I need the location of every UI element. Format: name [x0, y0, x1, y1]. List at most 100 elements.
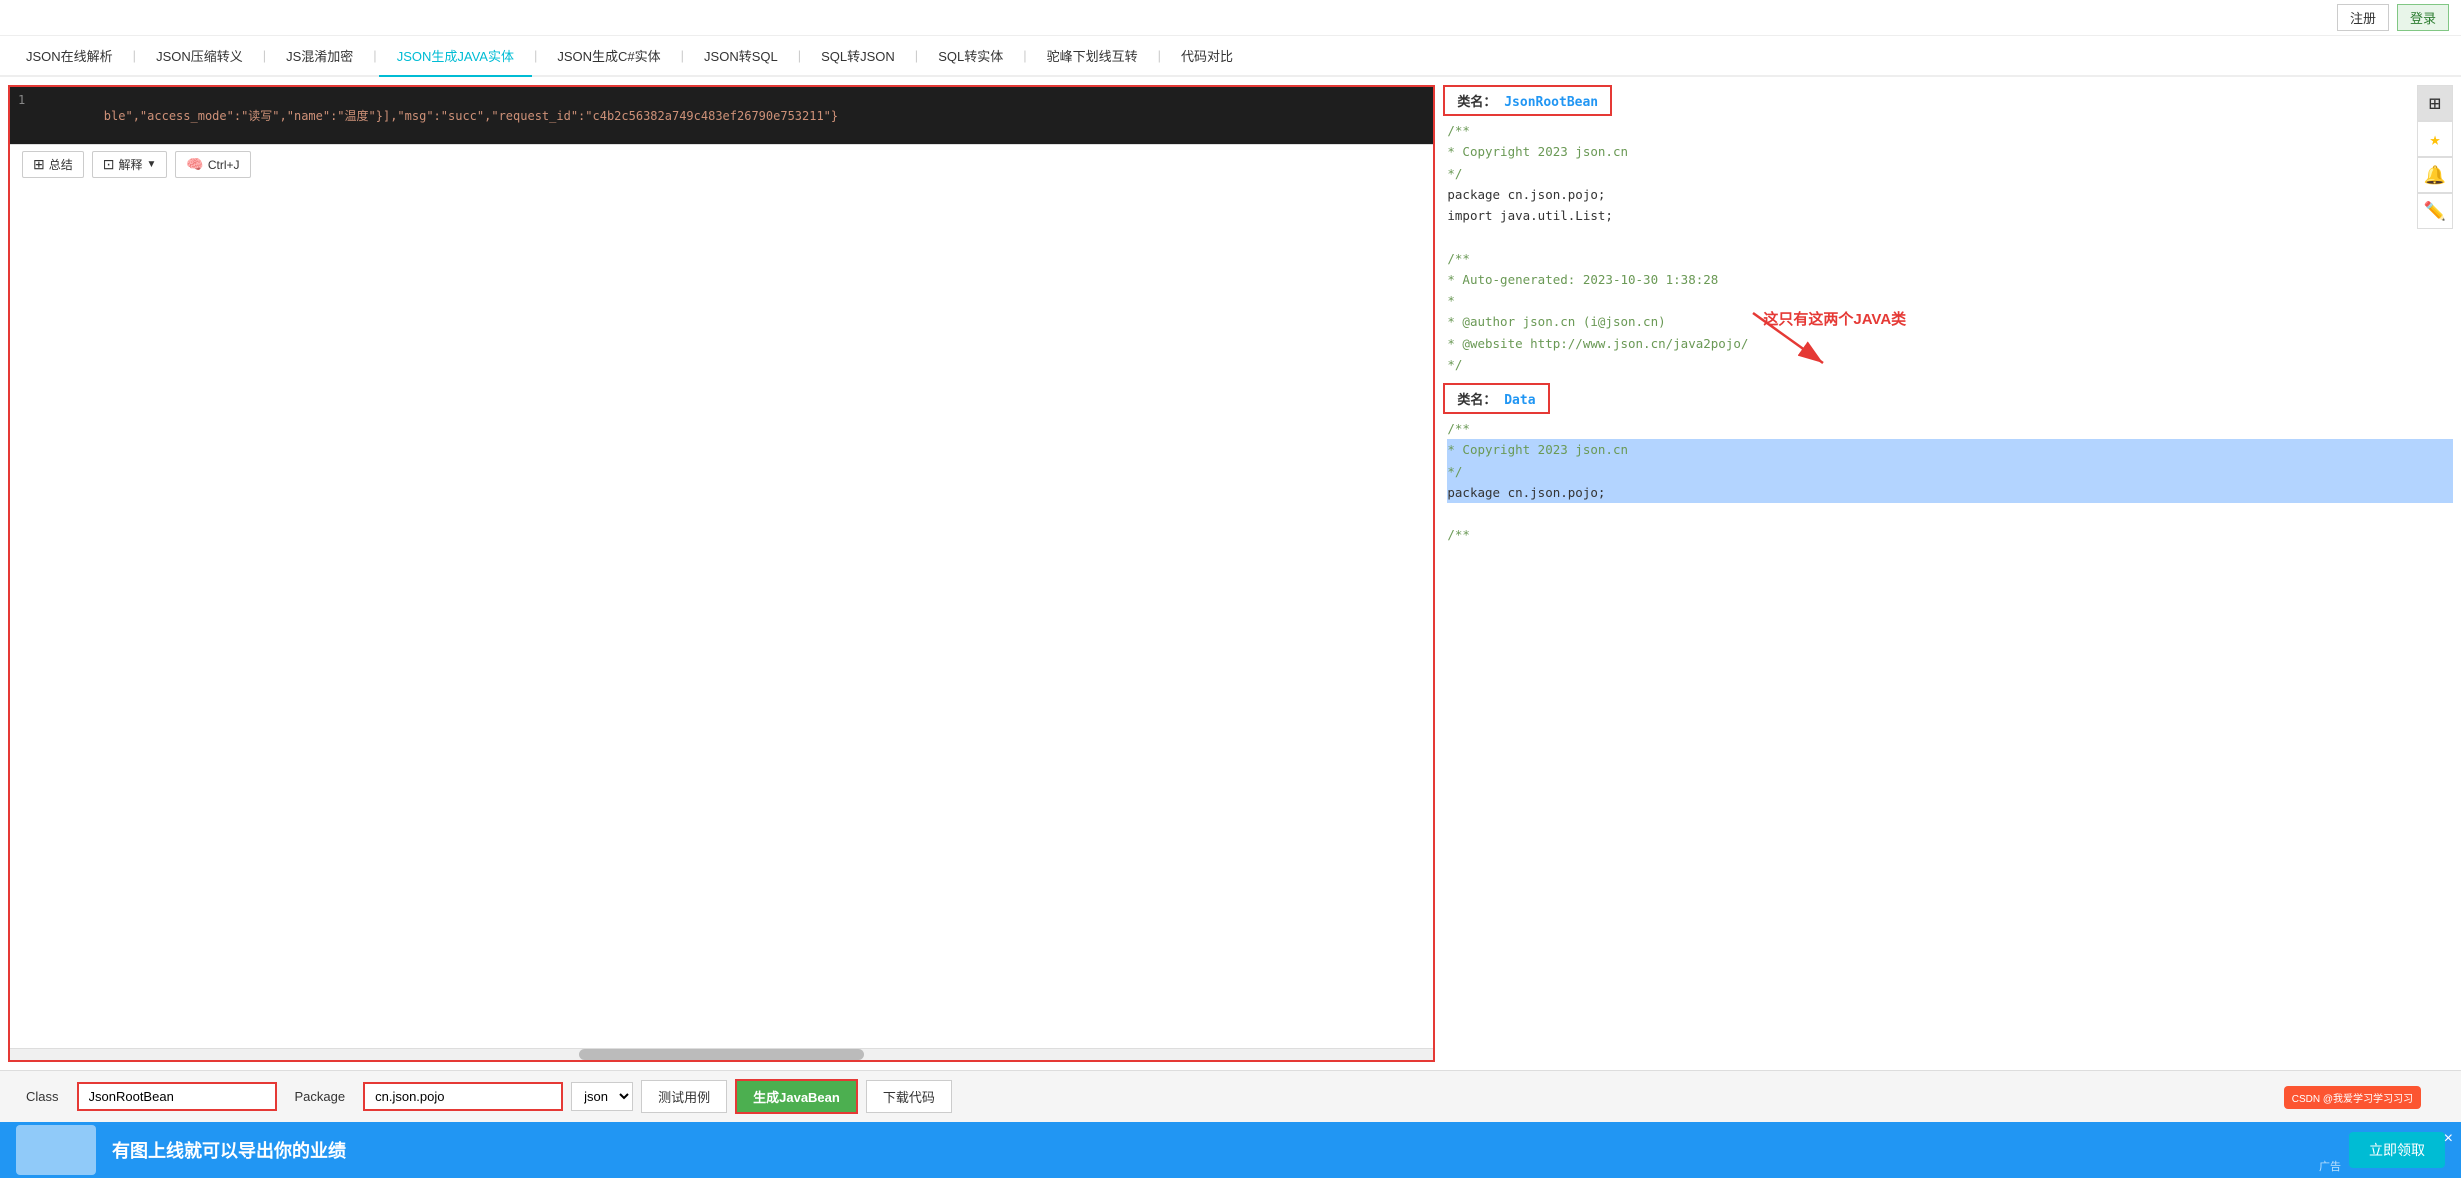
editor-content-line[interactable]: ble","access_mode":"读写","name":"温度"}],"m…	[38, 89, 1433, 142]
divider-8: |	[1021, 48, 1028, 63]
print-icon: ⊞	[33, 156, 45, 173]
summary-label: 总结	[49, 156, 73, 173]
comment-text: /**	[1447, 527, 1470, 542]
code-line: * @author json.cn (i@json.cn)	[1447, 311, 2453, 332]
tab-camel-underline[interactable]: 驼峰下划线互转	[1029, 36, 1156, 77]
interpret-button[interactable]: ⊡ 解释 ▼	[92, 151, 168, 178]
tab-json-java[interactable]: JSON生成JAVA实体	[379, 36, 532, 77]
nav-tabs: JSON在线解析 | JSON压缩转义 | JS混淆加密 | JSON生成JAV…	[0, 36, 2461, 77]
comment-text: * Auto-generated: 2023-10-30 1:38:28	[1447, 272, 1718, 287]
class1-section: 类名： JsonRootBean /** * Copyright 2023 js…	[1443, 85, 2453, 375]
class1-code: /** * Copyright 2023 json.cn */ package …	[1443, 120, 2453, 375]
ctrlj-button[interactable]: 🧠 Ctrl+J	[175, 151, 250, 178]
brain-icon: 🧠	[186, 156, 203, 173]
class2-name: Data	[1504, 393, 1535, 408]
code-line: import java.util.List;	[1447, 205, 2453, 226]
edit-button[interactable]: ✏️	[2417, 193, 2453, 229]
tab-json-sql[interactable]: JSON转SQL	[686, 36, 796, 77]
class1-label: 类名：	[1457, 95, 1496, 110]
code-line: */	[1447, 163, 2453, 184]
code-line-highlighted: * Copyright 2023 json.cn	[1447, 439, 2453, 460]
login-button[interactable]: 登录	[2397, 4, 2449, 31]
ad-cta-button[interactable]: 立即领取	[2349, 1132, 2445, 1168]
output-panel: 类名： JsonRootBean /** * Copyright 2023 js…	[1443, 85, 2453, 1062]
comment-text: * @author json.cn (i@json.cn)	[1447, 314, 1665, 329]
class2-section: 类名： Data /** * Copyright 2023 json.cn */…	[1443, 383, 2453, 546]
generate-javabean-button[interactable]: 生成JavaBean	[735, 1079, 858, 1114]
comment-text: */	[1447, 357, 1462, 372]
tab-js-obfuscate[interactable]: JS混淆加密	[268, 36, 371, 77]
code-line: * Auto-generated: 2023-10-30 1:38:28	[1447, 269, 2453, 290]
editor-toolbar: ⊞ 总结 ⊡ 解释 ▼ 🧠 Ctrl+J	[10, 144, 1433, 184]
ad-label: 广告	[2319, 1158, 2341, 1174]
package-label: Package	[285, 1083, 356, 1110]
comment-text: /**	[1447, 251, 1470, 266]
code-line: * Copyright 2023 json.cn	[1447, 141, 2453, 162]
code-line	[1447, 503, 2453, 524]
dropdown-arrow-icon: ▼	[147, 159, 157, 170]
interpret-icon: ⊡	[103, 156, 115, 173]
test-case-button[interactable]: 测试用例	[641, 1080, 727, 1113]
qr-code-button[interactable]: ⊞	[2417, 85, 2453, 121]
tab-json-csharp[interactable]: JSON生成C#实体	[539, 36, 678, 77]
code-line: */	[1447, 354, 2453, 375]
tab-sql-json[interactable]: SQL转JSON	[803, 36, 913, 77]
ad-banner: 有图上线就可以导出你的业绩 立即领取 广告 ×	[0, 1122, 2461, 1178]
main-content: 1 ble","access_mode":"读写","name":"温度"}],…	[0, 77, 2461, 1070]
csdn-float-badge[interactable]: CSDN @我爱学习学习习习	[2284, 1086, 2421, 1109]
divider-5: |	[679, 48, 686, 63]
divider-9: |	[1156, 48, 1163, 63]
code-line: /**	[1447, 524, 2453, 545]
comment-text: * Copyright 2023 json.cn	[1447, 144, 1628, 159]
tab-json-parse[interactable]: JSON在线解析	[8, 36, 131, 77]
scrollbar-thumb[interactable]	[579, 1049, 864, 1060]
comment-text: /**	[1447, 123, 1470, 138]
package-input[interactable]	[363, 1082, 563, 1111]
code-line: /**	[1447, 248, 2453, 269]
ad-text: 有图上线就可以导出你的业绩	[112, 1137, 2333, 1163]
class1-name: JsonRootBean	[1504, 95, 1598, 110]
divider-6: |	[796, 48, 803, 63]
editor-body[interactable]	[10, 184, 1433, 1048]
code-line: *	[1447, 290, 2453, 311]
ad-actions: 立即领取	[2349, 1132, 2445, 1168]
star-button[interactable]: ★	[2417, 121, 2453, 157]
format-select[interactable]: json	[571, 1082, 633, 1111]
code-line: * @website http://www.json.cn/java2pojo/	[1447, 333, 2453, 354]
output-wrapper: 类名： JsonRootBean /** * Copyright 2023 js…	[1443, 85, 2453, 546]
ad-close-button[interactable]: ×	[2444, 1130, 2453, 1148]
code-line-highlighted: package cn.json.pojo;	[1447, 482, 2453, 503]
bottom-toolbar: Class Package json 测试用例 生成JavaBean 下载代码	[0, 1070, 2461, 1122]
divider-3: |	[371, 48, 378, 63]
code-line-highlighted: */	[1447, 461, 2453, 482]
tab-sql-entity[interactable]: SQL转实体	[920, 36, 1021, 77]
class-label: Class	[16, 1083, 69, 1110]
code-line: package cn.json.pojo;	[1447, 184, 2453, 205]
divider-4: |	[532, 48, 539, 63]
code-line: /**	[1447, 418, 2453, 439]
editor-text-segment: ble","access_mode":"读写","name":"温度"}],"m…	[104, 109, 838, 123]
summary-button[interactable]: ⊞ 总结	[22, 151, 84, 178]
ad-image	[16, 1125, 96, 1175]
tab-code-compare[interactable]: 代码对比	[1163, 36, 1251, 77]
editor-panel: 1 ble","access_mode":"读写","name":"温度"}],…	[8, 85, 1435, 1062]
comment-text: */	[1447, 464, 1462, 479]
class-input[interactable]	[77, 1082, 277, 1111]
divider-7: |	[913, 48, 920, 63]
tab-json-compress[interactable]: JSON压缩转义	[138, 36, 261, 77]
ctrlj-label: Ctrl+J	[208, 158, 240, 172]
side-icons-panel: ⊞ ★ 🔔 ✏️	[2417, 85, 2453, 229]
top-bar: 注册 登录	[0, 0, 2461, 36]
code-line: /**	[1447, 120, 2453, 141]
interpret-label: 解释	[118, 156, 142, 173]
download-code-button[interactable]: 下载代码	[866, 1080, 952, 1113]
bell-button[interactable]: 🔔	[2417, 157, 2453, 193]
register-button[interactable]: 注册	[2337, 4, 2389, 31]
comment-text: * Copyright 2023 json.cn	[1447, 442, 1628, 457]
horizontal-scrollbar[interactable]	[10, 1048, 1433, 1060]
comment-text: /**	[1447, 421, 1470, 436]
comment-text: * @website http://www.json.cn/java2pojo/	[1447, 336, 1748, 351]
code-line	[1447, 226, 2453, 247]
comment-text: *	[1447, 293, 1455, 308]
class1-header: 类名： JsonRootBean	[1443, 85, 1612, 116]
